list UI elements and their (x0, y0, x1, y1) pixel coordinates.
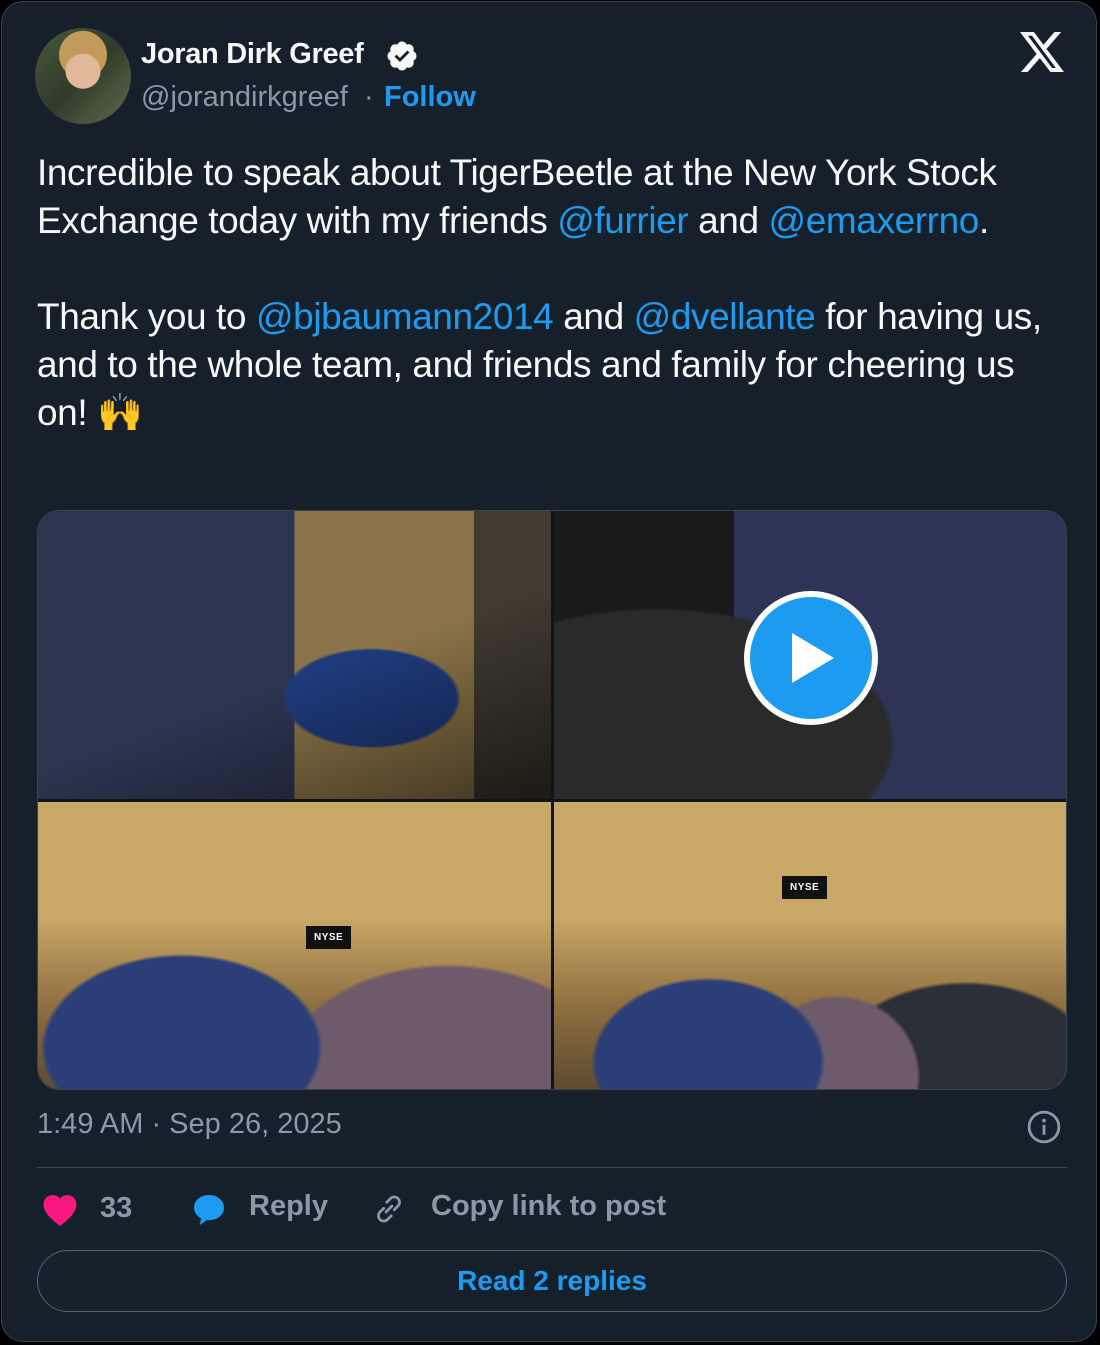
play-button[interactable] (744, 591, 878, 725)
tweet-card: Joran Dirk Greef @jorandirkgreef · Follo… (1, 1, 1097, 1342)
x-logo-icon[interactable] (1018, 30, 1066, 74)
timestamp[interactable]: 1:49 AM · Sep 26, 2025 (37, 1108, 342, 1141)
tweet-text-segment: and (553, 296, 634, 337)
copy-link-button[interactable]: Copy link to post (431, 1190, 666, 1230)
reply-icon[interactable] (190, 1192, 228, 1228)
read-replies-button[interactable]: Read 2 replies (37, 1250, 1067, 1312)
tweet-text-segment: Thank you to (37, 296, 256, 337)
reply-button[interactable]: Reply (249, 1190, 328, 1230)
separator-dot: · (364, 81, 374, 113)
like-count[interactable]: 33 (100, 1192, 132, 1225)
tweet-text-segment: and (688, 200, 769, 241)
author-name[interactable]: Joran Dirk Greef (141, 38, 364, 71)
media-grid: NYSE NYSE (37, 510, 1067, 1090)
play-icon (792, 633, 834, 683)
follow-button[interactable]: Follow (384, 81, 476, 114)
photo-nyse-floor-trio[interactable]: NYSE (554, 802, 1066, 1089)
heart-icon[interactable] (42, 1193, 78, 1227)
verified-badge-icon (387, 41, 417, 71)
info-icon[interactable] (1027, 1110, 1061, 1144)
tweet-text: Incredible to speak about TigerBeetle at… (37, 149, 1067, 437)
nyse-sign: NYSE (782, 876, 828, 899)
photo-nyse-floor-duo[interactable]: NYSE (38, 802, 551, 1089)
avatar[interactable] (35, 28, 131, 124)
link-icon[interactable] (371, 1191, 407, 1227)
mention-link[interactable]: @dvellante (634, 296, 816, 337)
mention-link[interactable]: @furrier (557, 200, 688, 241)
tweet-text-segment: . (978, 200, 989, 241)
divider (37, 1167, 1067, 1168)
nyse-sign: NYSE (306, 926, 352, 949)
mention-link[interactable]: @emaxerrno (769, 200, 980, 241)
author-handle[interactable]: @jorandirkgreef (141, 81, 348, 114)
mention-link[interactable]: @bjbaumann2014 (256, 296, 554, 337)
photo-interview-set[interactable] (38, 511, 551, 799)
